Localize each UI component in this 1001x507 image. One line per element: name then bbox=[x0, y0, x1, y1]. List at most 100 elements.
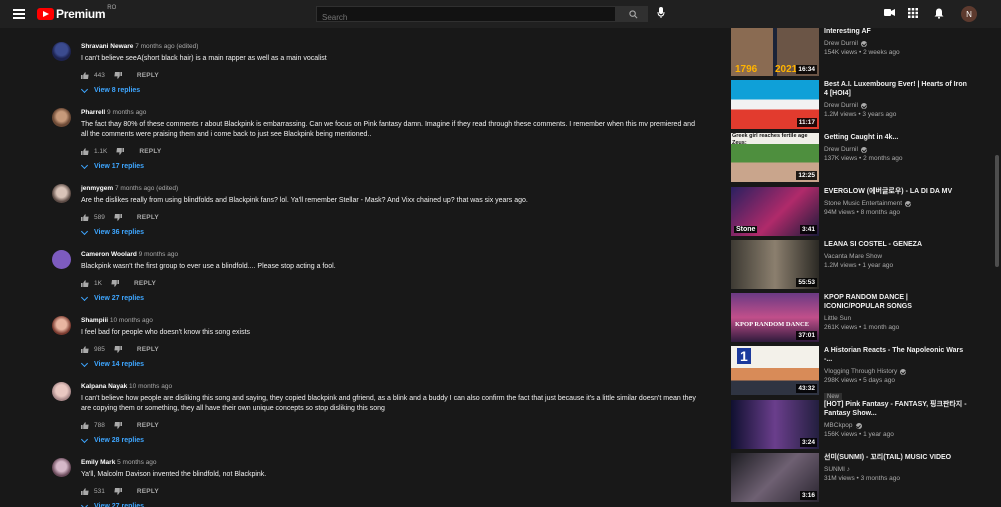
comment-timestamp[interactable]: 10 months ago bbox=[108, 317, 153, 324]
video-channel[interactable]: SUNMI ♪ bbox=[824, 465, 850, 474]
search-box bbox=[316, 6, 616, 25]
comment-author-avatar[interactable] bbox=[52, 42, 71, 61]
comment-author-avatar[interactable] bbox=[52, 382, 71, 401]
reply-button[interactable]: REPLY bbox=[137, 422, 159, 429]
video-thumbnail[interactable]: 1 43:32 bbox=[731, 346, 819, 395]
video-title[interactable]: 선미(SUNMI) - 꼬리(TAIL) MUSIC VIDEO bbox=[824, 453, 969, 462]
view-replies-button[interactable]: View 27 replies bbox=[80, 293, 701, 302]
comment-author[interactable]: jenmygem bbox=[81, 185, 113, 192]
video-thumbnail[interactable]: Stone 3:41 bbox=[731, 187, 819, 236]
reply-button[interactable]: REPLY bbox=[137, 72, 159, 79]
video-title[interactable]: LEANA SI COSTEL - GENEZA bbox=[824, 240, 969, 249]
video-title[interactable]: EVERGLOW (에버글로우) - LA DI DA MV bbox=[824, 187, 969, 196]
video-channel[interactable]: Vlogging Through History bbox=[824, 367, 897, 376]
video-channel[interactable]: Drew Durnil bbox=[824, 101, 858, 110]
reply-button[interactable]: REPLY bbox=[137, 346, 159, 353]
related-video-item[interactable]: 11:17 Best A.I. Luxembourg Ever! | Hearts… bbox=[731, 80, 991, 129]
video-channel[interactable]: MBCkpop bbox=[824, 421, 853, 430]
related-video-item[interactable]: Greek girl reaches fertile age Zeus: 12:2… bbox=[731, 133, 991, 182]
video-title[interactable]: Interesting AF bbox=[824, 28, 969, 36]
create-video-icon[interactable] bbox=[884, 8, 895, 17]
reply-button[interactable]: REPLY bbox=[134, 280, 156, 287]
comment-text: I feel bad for people who doesn't know t… bbox=[81, 329, 251, 336]
comment-timestamp[interactable]: 10 months ago bbox=[127, 383, 172, 390]
menu-icon[interactable] bbox=[13, 9, 25, 19]
video-channel[interactable]: Vacanta Mare Show bbox=[824, 252, 882, 261]
comment-timestamp[interactable]: 5 months ago bbox=[115, 459, 156, 466]
view-replies-button[interactable]: View 36 replies bbox=[80, 227, 701, 236]
reply-button[interactable]: REPLY bbox=[139, 148, 161, 155]
video-stats: 31M views • 3 months ago bbox=[824, 475, 900, 482]
comment-author-avatar[interactable] bbox=[52, 316, 71, 335]
like-icon[interactable] bbox=[81, 422, 89, 429]
comment-author[interactable]: Emily Mark bbox=[81, 459, 115, 466]
apps-grid-icon[interactable] bbox=[908, 8, 918, 18]
comment-author[interactable]: Kalpana Nayak bbox=[81, 383, 127, 390]
comment-timestamp[interactable]: 9 months ago bbox=[137, 251, 178, 258]
comment-author-avatar[interactable] bbox=[52, 108, 71, 127]
related-video-item[interactable]: KPOP RANDOM DANCE 37:01 KPOP RANDOM DANCE … bbox=[731, 293, 991, 342]
comment-author[interactable]: Pharrell bbox=[81, 109, 105, 116]
view-replies-button[interactable]: View 27 replies bbox=[80, 501, 701, 507]
like-icon[interactable] bbox=[81, 488, 89, 495]
related-video-item[interactable]: 3:24 [HOT] Pink Fantasy - FANTASY, 핑크판타지 … bbox=[731, 400, 991, 449]
video-thumbnail[interactable]: KPOP RANDOM DANCE 37:01 bbox=[731, 293, 819, 342]
related-video-item[interactable]: 55:53 LEANA SI COSTEL - GENEZA Vacanta Mar… bbox=[731, 240, 991, 289]
video-title[interactable]: [HOT] Pink Fantasy - FANTASY, 핑크판타지 - Fa… bbox=[824, 400, 969, 418]
page-scrollbar[interactable] bbox=[995, 155, 999, 267]
comment-author[interactable]: Shampiii bbox=[81, 317, 108, 324]
comment-timestamp[interactable]: 7 months ago (edited) bbox=[113, 185, 178, 192]
comment-text: Are the dislikes really from using blind… bbox=[81, 197, 528, 204]
account-avatar[interactable]: N bbox=[961, 6, 977, 22]
dislike-icon[interactable] bbox=[114, 72, 122, 79]
comment-author-avatar[interactable] bbox=[52, 184, 71, 203]
dislike-icon[interactable] bbox=[111, 280, 119, 287]
related-video-item[interactable]: 1 43:32 A Historian Reacts - The Napoleoni… bbox=[731, 346, 991, 401]
comment-author-avatar[interactable] bbox=[52, 250, 71, 269]
comment-author[interactable]: Shravani Neware bbox=[81, 43, 133, 50]
comment-author[interactable]: Cameron Woolard bbox=[81, 251, 137, 258]
dislike-icon[interactable] bbox=[116, 148, 125, 155]
video-channel[interactable]: Stone Music Entertainment bbox=[824, 199, 902, 208]
video-thumbnail[interactable]: 11:17 bbox=[731, 80, 819, 129]
video-thumbnail[interactable]: 55:53 bbox=[731, 240, 819, 289]
like-icon[interactable] bbox=[81, 214, 89, 221]
search-button[interactable] bbox=[616, 6, 648, 22]
video-thumbnail[interactable]: Greek girl reaches fertile age Zeus: 12:2… bbox=[731, 133, 819, 182]
video-thumbnail[interactable]: 3:24 bbox=[731, 400, 819, 449]
dislike-icon[interactable] bbox=[114, 214, 122, 221]
view-replies-button[interactable]: View 14 replies bbox=[80, 359, 701, 368]
video-thumbnail[interactable]: 1796 2021 16:34 bbox=[731, 28, 819, 76]
video-title[interactable]: A Historian Reacts - The Napoleonic Wars… bbox=[824, 346, 969, 364]
video-channel[interactable]: Drew Durnil bbox=[824, 145, 858, 154]
video-channel[interactable]: Drew Durnil bbox=[824, 39, 858, 48]
like-icon[interactable] bbox=[81, 280, 89, 287]
notifications-bell-icon[interactable] bbox=[934, 8, 944, 19]
related-video-item[interactable]: 1796 2021 16:34 Interesting AF Drew Durnil 15… bbox=[731, 28, 991, 76]
dislike-icon[interactable] bbox=[114, 488, 122, 495]
like-icon[interactable] bbox=[81, 148, 89, 155]
reply-button[interactable]: REPLY bbox=[137, 488, 159, 495]
dislike-icon[interactable] bbox=[114, 346, 122, 353]
verified-icon bbox=[860, 40, 867, 47]
youtube-premium-logo[interactable]: Premium RO bbox=[37, 5, 116, 21]
video-channel[interactable]: Little Sun bbox=[824, 314, 851, 323]
related-video-item[interactable]: 3:16 선미(SUNMI) - 꼬리(TAIL) MUSIC VIDEO SUNM… bbox=[731, 453, 991, 502]
video-title[interactable]: KPOP RANDOM DANCE | ICONIC/POPULAR SONGS bbox=[824, 293, 969, 311]
view-replies-button[interactable]: View 28 replies bbox=[80, 435, 701, 444]
video-thumbnail[interactable]: 3:16 bbox=[731, 453, 819, 502]
video-title[interactable]: Getting Caught in 4k... bbox=[824, 133, 969, 142]
view-replies-button[interactable]: View 17 replies bbox=[80, 161, 701, 170]
like-icon[interactable] bbox=[81, 72, 89, 79]
comment-author-avatar[interactable] bbox=[52, 458, 71, 477]
video-title[interactable]: Best A.I. Luxembourg Ever! | Hearts of I… bbox=[824, 80, 969, 98]
search-input[interactable] bbox=[317, 10, 615, 25]
dislike-icon[interactable] bbox=[114, 422, 122, 429]
comment-timestamp[interactable]: 7 months ago (edited) bbox=[133, 43, 198, 50]
microphone-icon[interactable] bbox=[657, 7, 665, 19]
comment-timestamp[interactable]: 9 months ago bbox=[105, 109, 146, 116]
view-replies-button[interactable]: View 8 replies bbox=[80, 85, 701, 94]
related-video-item[interactable]: Stone 3:41 EVERGLOW (에버글로우) - LA DI DA MV S… bbox=[731, 187, 991, 236]
reply-button[interactable]: REPLY bbox=[137, 214, 159, 221]
like-icon[interactable] bbox=[81, 346, 89, 353]
